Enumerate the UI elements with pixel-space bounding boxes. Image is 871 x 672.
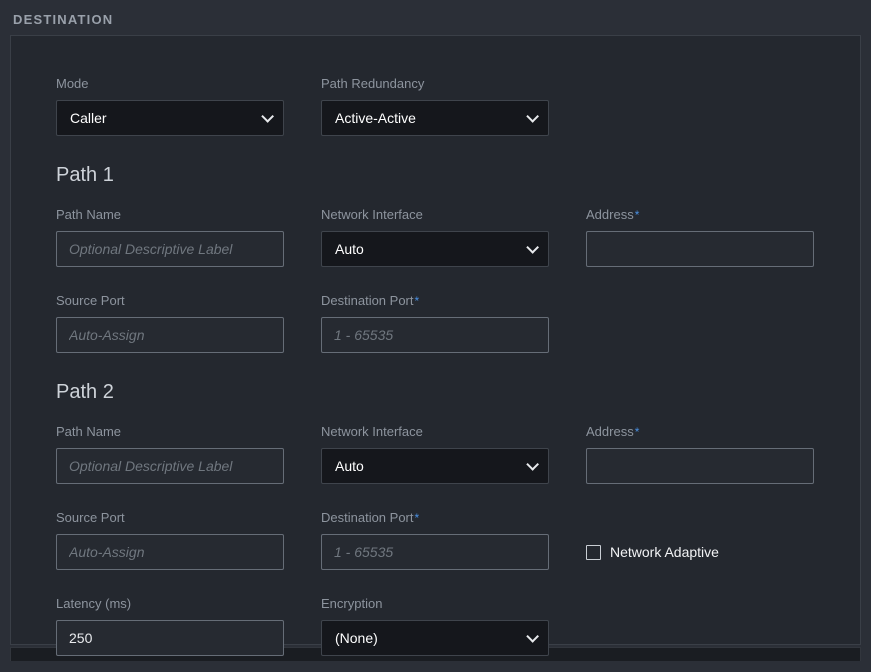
- mode-label: Mode: [56, 76, 284, 92]
- chevron-down-icon: [526, 458, 539, 471]
- required-asterisk: *: [415, 511, 420, 525]
- path1-source-port-field: Source Port: [56, 293, 284, 353]
- path2-source-port-label: Source Port: [56, 510, 284, 526]
- mode-select[interactable]: Caller: [56, 100, 284, 136]
- page-title: DESTINATION: [13, 12, 858, 27]
- path1-source-port-label: Source Port: [56, 293, 284, 309]
- encryption-field: Encryption (None): [321, 596, 549, 656]
- path1-path-name-label: Path Name: [56, 207, 284, 223]
- required-asterisk: *: [415, 294, 420, 308]
- path2-heading: Path 2: [56, 381, 814, 404]
- path2-destination-port-field: Destination Port*: [321, 510, 549, 570]
- mode-field: Mode Caller: [56, 76, 284, 136]
- path2-network-interface-select[interactable]: Auto: [321, 448, 549, 484]
- path1-destination-port-label: Destination Port: [321, 293, 414, 308]
- path2-source-port-input[interactable]: [56, 534, 284, 570]
- network-adaptive-label: Network Adaptive: [610, 544, 719, 560]
- latency-input[interactable]: [56, 620, 284, 656]
- network-adaptive-checkbox[interactable]: [586, 545, 601, 560]
- chevron-down-icon: [526, 630, 539, 643]
- path1-path-name-input[interactable]: [56, 231, 284, 267]
- path2-destination-port-label: Destination Port: [321, 510, 414, 525]
- path1-network-interface-selected-value: Auto: [335, 241, 364, 257]
- path1-destination-port-input[interactable]: [321, 317, 549, 353]
- path-redundancy-label: Path Redundancy: [321, 76, 549, 92]
- required-asterisk: *: [635, 425, 640, 439]
- path2-path-name-label: Path Name: [56, 424, 284, 440]
- destination-form: Mode Caller Path Redundancy Active-Activ…: [56, 76, 815, 672]
- destination-section-header: DESTINATION: [0, 0, 871, 35]
- path2-network-interface-selected-value: Auto: [335, 458, 364, 474]
- path1-heading: Path 1: [56, 164, 814, 187]
- chevron-down-icon: [526, 241, 539, 254]
- path2-path-name-field: Path Name: [56, 424, 284, 484]
- path2-source-port-field: Source Port: [56, 510, 284, 570]
- path1-source-port-input[interactable]: [56, 317, 284, 353]
- path1-address-label: Address: [586, 207, 634, 222]
- network-adaptive-field: Network Adaptive: [586, 534, 814, 570]
- path2-network-interface-label: Network Interface: [321, 424, 549, 440]
- path1-network-interface-label: Network Interface: [321, 207, 549, 223]
- chevron-down-icon: [261, 110, 274, 123]
- encryption-selected-value: (None): [335, 630, 378, 646]
- path-redundancy-selected-value: Active-Active: [335, 110, 416, 126]
- path2-path-name-input[interactable]: [56, 448, 284, 484]
- path2-address-input[interactable]: [586, 448, 814, 484]
- mode-selected-value: Caller: [70, 110, 107, 126]
- path1-address-input[interactable]: [586, 231, 814, 267]
- encryption-select[interactable]: (None): [321, 620, 549, 656]
- path2-address-field: Address*: [586, 424, 814, 484]
- path1-address-field: Address*: [586, 207, 814, 267]
- chevron-down-icon: [526, 110, 539, 123]
- destination-panel: Mode Caller Path Redundancy Active-Activ…: [10, 35, 861, 645]
- required-asterisk: *: [635, 208, 640, 222]
- path1-network-interface-select[interactable]: Auto: [321, 231, 549, 267]
- latency-label: Latency (ms): [56, 596, 284, 612]
- path2-network-interface-field: Network Interface Auto: [321, 424, 549, 484]
- latency-field: Latency (ms): [56, 596, 284, 656]
- path1-destination-port-field: Destination Port*: [321, 293, 549, 353]
- path-redundancy-select[interactable]: Active-Active: [321, 100, 549, 136]
- path1-network-interface-field: Network Interface Auto: [321, 207, 549, 267]
- path2-address-label: Address: [586, 424, 634, 439]
- path-redundancy-field: Path Redundancy Active-Active: [321, 76, 549, 136]
- path1-path-name-field: Path Name: [56, 207, 284, 267]
- encryption-label: Encryption: [321, 596, 549, 612]
- path2-destination-port-input[interactable]: [321, 534, 549, 570]
